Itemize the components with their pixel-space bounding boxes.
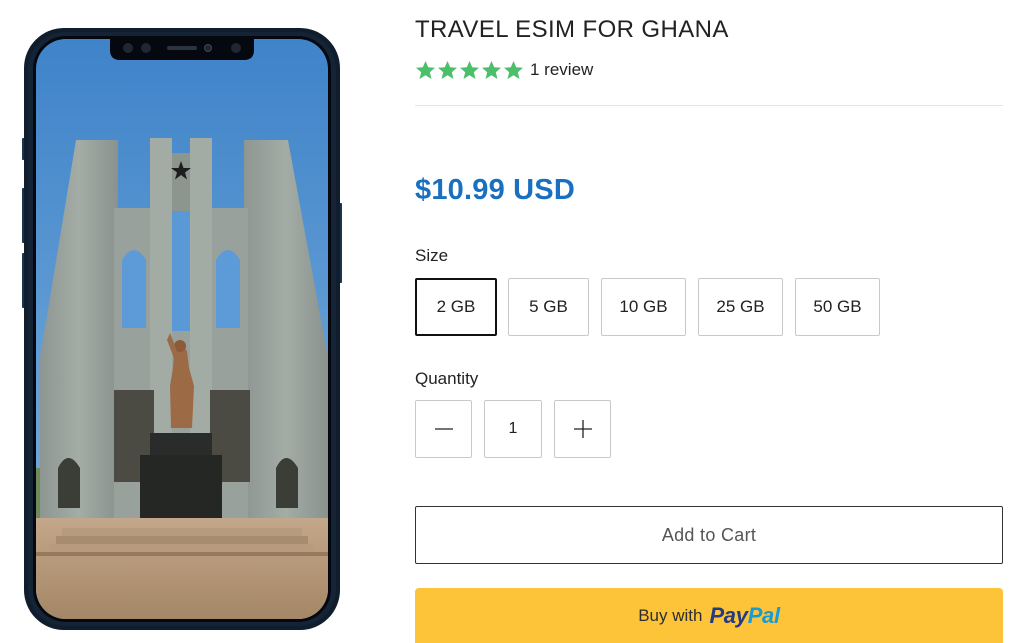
- size-option-10gb[interactable]: 10 GB: [601, 278, 686, 336]
- size-label: Size: [415, 246, 449, 265]
- review-count[interactable]: 1 review: [530, 60, 593, 80]
- product-image[interactable]: [22, 28, 342, 630]
- star-icon: [482, 61, 501, 79]
- quantity-label: Quantity: [415, 369, 479, 388]
- product-title: TRAVEL ESIM FOR GHANA: [415, 16, 729, 43]
- product-info: TRAVEL ESIM FOR GHANA 1 review $10.99 US…: [415, 0, 1003, 643]
- star-icon: [416, 61, 435, 79]
- divider: [415, 105, 1003, 106]
- star-icon: [460, 61, 479, 79]
- add-to-cart-button[interactable]: Add to Cart: [415, 506, 1003, 564]
- quantity-input[interactable]: [484, 400, 542, 458]
- product-rating[interactable]: 1 review: [415, 60, 593, 80]
- size-option-2gb[interactable]: 2 GB: [415, 278, 497, 336]
- paypal-button[interactable]: Buy with PayPal: [415, 588, 1003, 643]
- size-option-25gb[interactable]: 25 GB: [698, 278, 783, 336]
- plus-icon: [573, 420, 592, 438]
- increase-quantity-button[interactable]: [554, 400, 611, 458]
- product-price: $10.99 USD: [415, 174, 575, 206]
- paypal-logo-pal: Pal: [747, 603, 780, 628]
- rating-stars: [415, 60, 524, 80]
- decrease-quantity-button[interactable]: [415, 400, 472, 458]
- minus-icon: [434, 428, 453, 430]
- paypal-prefix: Buy with: [638, 606, 703, 625]
- phone-mockup: [22, 28, 342, 630]
- star-icon: [438, 61, 457, 79]
- paypal-logo-pay: Pay: [709, 603, 748, 628]
- star-icon: [504, 61, 523, 79]
- size-option-50gb[interactable]: 50 GB: [795, 278, 880, 336]
- size-option-5gb[interactable]: 5 GB: [508, 278, 589, 336]
- monument-photo: [36, 39, 328, 619]
- paypal-logo: PayPal: [709, 603, 780, 629]
